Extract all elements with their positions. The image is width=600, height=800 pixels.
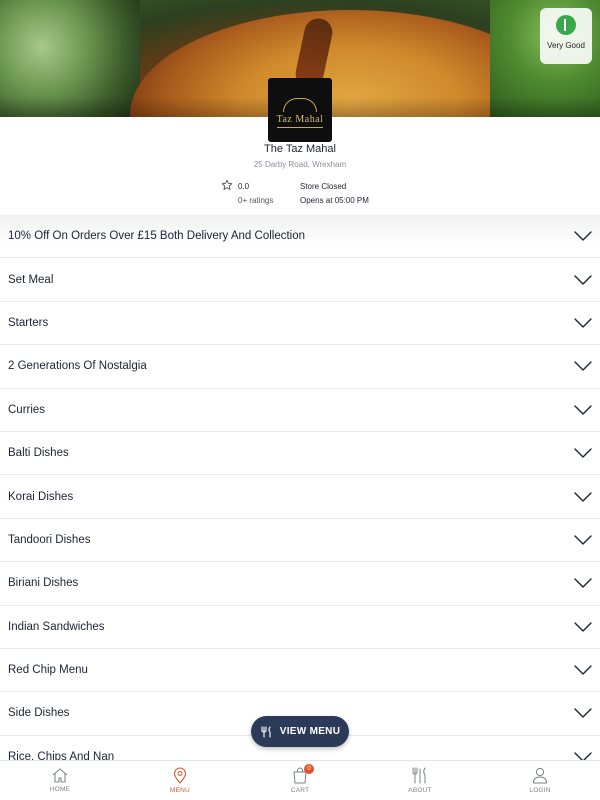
menu-category-label: 2 Generations Of Nostalgia [8, 360, 147, 373]
logo-text: Taz Mahal [276, 114, 324, 125]
star-icon [221, 179, 233, 190]
rating-value: 0.0 [238, 182, 250, 191]
menu-category-list: 10% Off On Orders Over £15 Both Delivery… [0, 215, 600, 780]
bottom-tab-bar: HOME MENU 0 CART ABOUT LOGIN [0, 760, 600, 800]
chevron-down-icon [574, 578, 592, 589]
user-icon [533, 767, 547, 784]
chevron-down-icon [574, 535, 592, 545]
menu-category-row[interactable]: Biriani Dishes [0, 562, 600, 606]
tab-home-label: HOME [49, 786, 71, 793]
menu-category-row[interactable]: Tandoori Dishes [0, 519, 600, 563]
chevron-down-icon [574, 274, 592, 285]
food-rating-badge[interactable]: Very Good [540, 8, 592, 64]
store-status: Store Closed [300, 182, 347, 191]
rating-badge-label: Very Good [547, 41, 585, 50]
chevron-down-icon [574, 665, 592, 675]
menu-category-row[interactable]: Starters [0, 302, 600, 346]
view-menu-button[interactable]: VIEW MENU [251, 716, 349, 747]
chevron-down-icon [574, 708, 592, 719]
menu-category-row[interactable]: Korai Dishes [0, 475, 600, 519]
tab-menu-label: MENU [170, 787, 190, 794]
cart-count-badge: 0 [304, 764, 314, 774]
opening-time: Opens at 05:00 PM [300, 196, 369, 205]
menu-category-label: Red Chip Menu [8, 664, 88, 677]
location-pin-icon [173, 767, 187, 784]
cutlery-icon [412, 767, 426, 784]
chevron-down-icon [574, 361, 592, 372]
tab-login-label: LOGIN [529, 787, 551, 794]
chevron-down-icon [574, 405, 592, 415]
home-icon [52, 768, 68, 783]
menu-category-row[interactable]: Set Meal [0, 258, 600, 302]
chevron-down-icon [574, 318, 592, 328]
menu-category-label: Starters [8, 316, 49, 329]
cutlery-icon [261, 725, 271, 738]
chevron-down-icon [574, 448, 592, 458]
hygiene-rating-icon [556, 15, 576, 35]
chevron-down-icon [574, 622, 592, 632]
chevron-down-icon [574, 231, 592, 241]
menu-category-label: 10% Off On Orders Over £15 Both Delivery… [8, 230, 306, 243]
menu-category-row[interactable]: Curries [0, 389, 600, 432]
menu-category-label: Balti Dishes [8, 447, 69, 460]
menu-category-label: Curries [8, 403, 46, 416]
view-menu-label: VIEW MENU [279, 726, 341, 737]
menu-category-label: Indian Sandwiches [8, 620, 105, 633]
menu-category-label: Tandoori Dishes [8, 533, 91, 546]
tab-about-label: ABOUT [408, 787, 432, 794]
menu-category-label: Set Meal [8, 273, 54, 286]
tab-cart[interactable]: 0 CART [240, 761, 360, 800]
menu-category-row[interactable]: Red Chip Menu [0, 649, 600, 693]
store-address: 25 Darby Road, Wrexham [253, 160, 347, 169]
menu-category-row[interactable]: Balti Dishes [0, 432, 600, 476]
tab-cart-label: CART [290, 787, 310, 794]
tab-menu[interactable]: MENU [120, 761, 240, 800]
restaurant-logo: Taz Mahal [268, 78, 332, 142]
ratings-count: 0+ ratings [238, 196, 274, 205]
menu-category-label: Side Dishes [8, 707, 70, 720]
menu-category-row[interactable]: Indian Sandwiches [0, 606, 600, 649]
chevron-down-icon [574, 491, 592, 502]
menu-category-row[interactable]: 10% Off On Orders Over £15 Both Delivery… [0, 215, 600, 259]
store-name: The Taz Mahal [264, 143, 336, 155]
taj-dome-icon [283, 98, 317, 112]
menu-category-label: Korai Dishes [8, 490, 74, 503]
tab-about[interactable]: ABOUT [360, 761, 480, 800]
tab-login[interactable]: LOGIN [480, 761, 600, 800]
menu-category-row[interactable]: 2 Generations Of Nostalgia [0, 345, 600, 389]
tab-home[interactable]: HOME [0, 761, 120, 800]
menu-category-label: Biriani Dishes [8, 577, 79, 590]
